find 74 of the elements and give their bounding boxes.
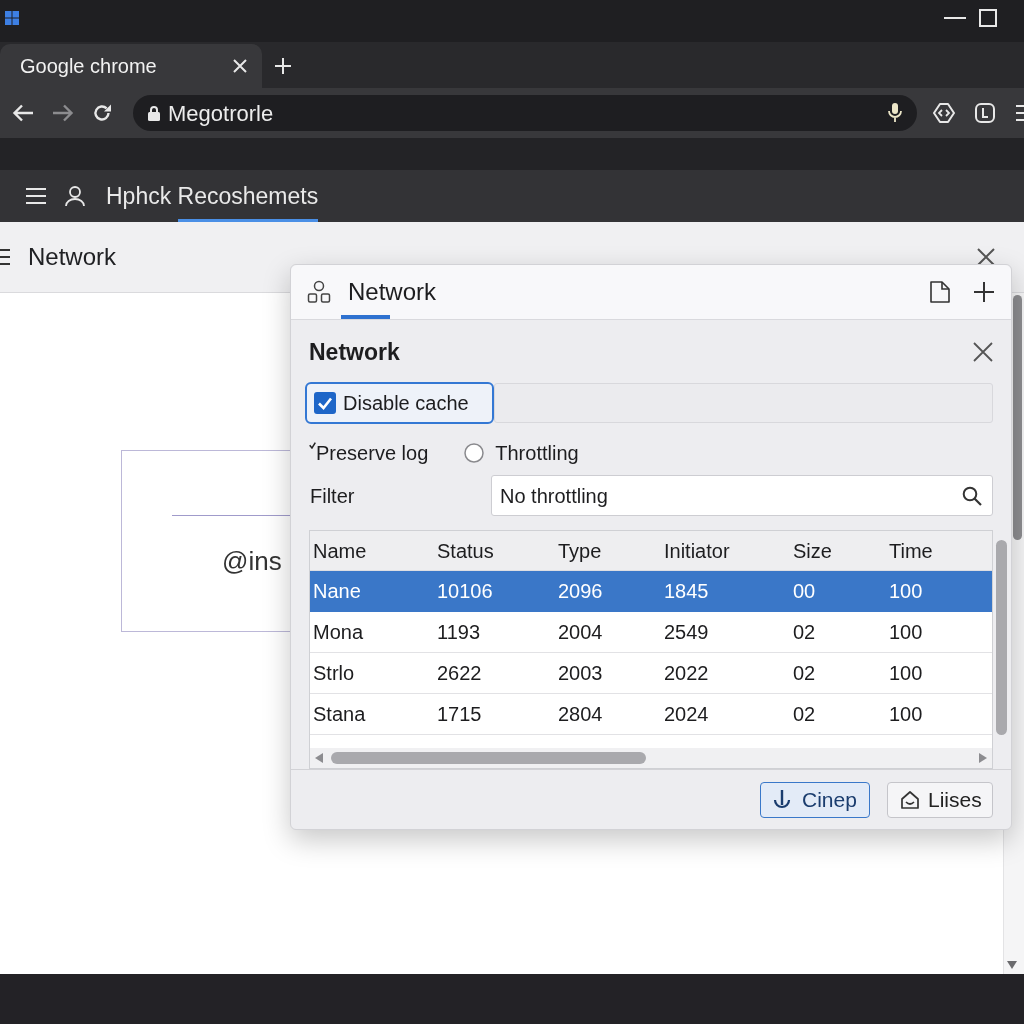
table-cell-text: 2804 xyxy=(557,702,604,727)
scrollbar-thumb[interactable] xyxy=(996,540,1007,735)
search-icon[interactable] xyxy=(962,485,982,506)
table-cell-text: 2622 xyxy=(436,661,483,686)
browser-tab[interactable]: Google chrome xyxy=(0,44,262,88)
square-icon[interactable] xyxy=(975,103,995,123)
table-cell-text: 00 xyxy=(792,579,817,604)
table-cell-text: Nane xyxy=(312,579,362,604)
disable-cache-checkbox[interactable]: Disable cache xyxy=(305,382,494,424)
table-cell-text: 02 xyxy=(792,702,817,727)
table-cell-text: 2004 xyxy=(557,620,604,645)
column-header[interactable]: Size xyxy=(790,531,886,570)
table-cell-text: 2549 xyxy=(663,620,710,645)
menu-icon[interactable] xyxy=(0,249,10,265)
column-header[interactable]: Time xyxy=(886,531,992,570)
person-icon[interactable] xyxy=(64,185,86,207)
column-header[interactable]: Name xyxy=(310,531,434,570)
dialog-button[interactable]: Liises xyxy=(887,781,993,818)
reload-icon[interactable] xyxy=(92,103,112,123)
table-cell-text: 100 xyxy=(888,579,924,604)
dialog-button[interactable]: Cinep xyxy=(760,781,870,818)
lock-icon xyxy=(148,105,160,121)
column-header[interactable]: Status xyxy=(434,531,555,570)
scroll-down-icon[interactable] xyxy=(1007,961,1017,969)
maximize-icon[interactable] xyxy=(979,9,997,27)
table-cell-text: 100 xyxy=(888,620,924,645)
table-cell-text: 1193 xyxy=(436,620,481,645)
check-icon[interactable] xyxy=(309,442,316,449)
back-arrow-icon[interactable] xyxy=(12,103,34,123)
radio-icon[interactable] xyxy=(464,443,485,463)
table-cell-text: 1715 xyxy=(436,702,483,727)
table-cell-text: Mona xyxy=(312,620,365,645)
table-cell-text: 1845 xyxy=(663,579,710,604)
preserve-log-checkbox[interactable]: Preserve log xyxy=(309,438,429,468)
table-cell-text: 2022 xyxy=(663,661,710,686)
checkbox-icon[interactable] xyxy=(314,392,336,414)
shapes-icon xyxy=(307,280,331,304)
table-cell-text: 2003 xyxy=(557,661,604,686)
close-icon[interactable] xyxy=(973,342,993,362)
app-tab[interactable]: Hphck Recoshemets xyxy=(106,170,319,222)
table-cell-text: 02 xyxy=(792,661,817,686)
hexagon-code-icon[interactable] xyxy=(933,102,955,124)
house-icon xyxy=(900,789,920,810)
forward-arrow-icon[interactable] xyxy=(52,103,74,123)
close-icon[interactable] xyxy=(977,248,995,266)
filter-field[interactable]: No throttling xyxy=(491,475,993,516)
table-cell-text: 2024 xyxy=(663,702,710,727)
plus-icon[interactable] xyxy=(974,282,994,302)
table-row[interactable]: Nane 10106 2096 1845 00 100 xyxy=(310,571,992,612)
scroll-left-icon[interactable] xyxy=(315,753,323,763)
panel-title: Network xyxy=(28,242,117,272)
address-bar[interactable]: Megotrorle xyxy=(133,95,917,131)
text-field[interactable] xyxy=(494,383,993,423)
anchor-icon xyxy=(772,788,792,811)
column-header[interactable]: Initiator xyxy=(661,531,790,570)
table-cell-text: Stana xyxy=(312,702,367,727)
column-header[interactable]: Type xyxy=(555,531,661,570)
table-cell-text: 100 xyxy=(888,661,924,686)
table-cell-text: 2096 xyxy=(557,579,604,604)
logo-icon xyxy=(5,11,19,25)
card-text: @ins xyxy=(222,545,282,578)
throttling-radio[interactable]: Throttling xyxy=(464,438,579,468)
scrollbar-thumb[interactable] xyxy=(331,752,646,764)
microphone-icon[interactable] xyxy=(887,102,903,124)
table-cell-text: 10106 xyxy=(436,579,494,604)
dialog-tab[interactable]: Network xyxy=(341,265,439,319)
filter-label: Filter xyxy=(310,483,355,509)
table-cell-text: 100 xyxy=(888,702,924,727)
scroll-right-icon[interactable] xyxy=(979,753,987,763)
table-cell-text: Strlo xyxy=(312,661,356,686)
document-icon[interactable] xyxy=(930,281,950,303)
scrollbar-thumb[interactable] xyxy=(1013,295,1022,540)
table-cell-text: 02 xyxy=(792,620,817,645)
dialog-heading: Network xyxy=(309,337,400,367)
